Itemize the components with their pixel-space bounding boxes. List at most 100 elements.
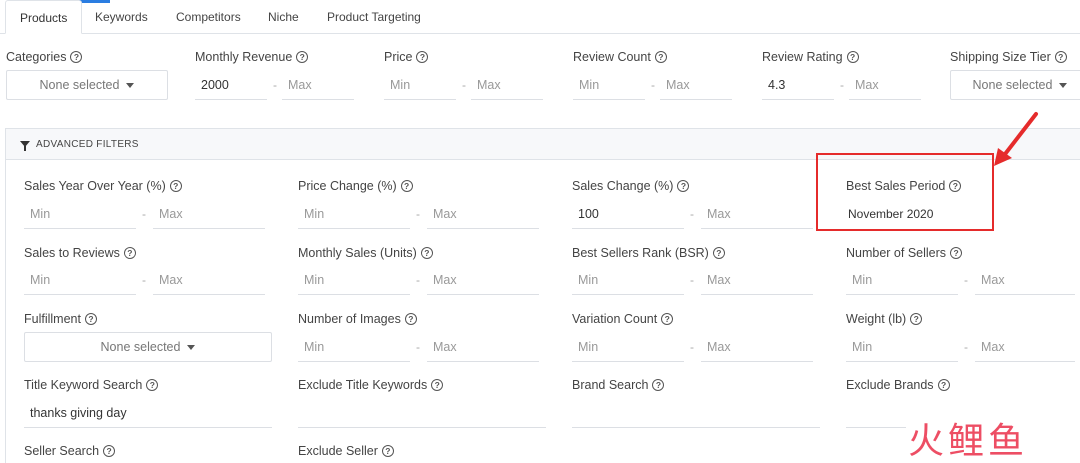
number-of-sellers-min-input[interactable]: Min bbox=[846, 265, 958, 295]
sales-to-reviews-min-input[interactable]: Min bbox=[24, 265, 136, 295]
sales-to-reviews-label: Sales to Reviews? bbox=[24, 246, 136, 260]
brand-search-label: Brand Search? bbox=[572, 378, 665, 392]
help-icon[interactable]: ? bbox=[910, 313, 923, 325]
range-separator: - bbox=[416, 207, 420, 221]
help-icon[interactable]: ? bbox=[123, 247, 136, 259]
help-icon[interactable]: ? bbox=[950, 247, 963, 259]
help-icon[interactable]: ? bbox=[404, 313, 417, 325]
variation-count-min-input[interactable]: Min bbox=[572, 332, 684, 362]
caret-down-icon bbox=[126, 82, 135, 88]
range-separator: - bbox=[690, 207, 694, 221]
caret-down-icon bbox=[187, 344, 196, 350]
help-icon[interactable]: ? bbox=[661, 313, 674, 325]
price-change-min-input[interactable]: Min bbox=[298, 199, 410, 229]
review-rating-min-input[interactable]: 4.3 bbox=[762, 70, 834, 100]
help-icon[interactable]: ? bbox=[1054, 51, 1067, 63]
range-separator: - bbox=[964, 340, 968, 354]
price-max-input[interactable]: Max bbox=[471, 70, 543, 100]
categories-select[interactable]: None selected bbox=[6, 70, 168, 100]
price-change-max-input[interactable]: Max bbox=[427, 199, 539, 229]
advanced-filters-title: ADVANCED FILTERS bbox=[36, 138, 139, 150]
range-separator: - bbox=[651, 78, 655, 92]
price-min-input[interactable]: Min bbox=[384, 70, 456, 100]
variation-count-label: Variation Count? bbox=[572, 312, 674, 326]
tab-keywords[interactable]: Keywords bbox=[81, 0, 162, 34]
monthly-revenue-min-input[interactable]: 2000 bbox=[195, 70, 267, 100]
range-separator: - bbox=[273, 78, 277, 92]
exclude-title-keywords-label: Exclude Title Keywords? bbox=[298, 378, 444, 392]
brand-search-input[interactable] bbox=[572, 398, 820, 428]
sales-yoy-label: Sales Year Over Year (%)? bbox=[24, 179, 182, 193]
sales-change-min-input[interactable]: 100 bbox=[572, 199, 684, 229]
review-rating-label: Review Rating? bbox=[762, 50, 859, 64]
help-icon[interactable]: ? bbox=[431, 379, 444, 391]
monthly-sales-min-input[interactable]: Min bbox=[298, 265, 410, 295]
help-icon[interactable]: ? bbox=[146, 379, 159, 391]
weight-label: Weight (lb)? bbox=[846, 312, 923, 326]
title-keyword-search-label: Title Keyword Search? bbox=[24, 378, 159, 392]
range-separator: - bbox=[462, 78, 466, 92]
tab-niche[interactable]: Niche bbox=[254, 0, 313, 34]
tab-bar: Products Keywords Competitors Niche Prod… bbox=[0, 0, 1080, 34]
sales-yoy-max-input[interactable]: Max bbox=[153, 199, 265, 229]
exclude-brands-input[interactable] bbox=[846, 398, 906, 428]
monthly-sales-label: Monthly Sales (Units)? bbox=[298, 246, 433, 260]
number-of-images-min-input[interactable]: Min bbox=[298, 332, 410, 362]
tab-products[interactable]: Products bbox=[5, 0, 83, 34]
sales-change-label: Sales Change (%)? bbox=[572, 179, 690, 193]
help-icon[interactable]: ? bbox=[400, 180, 413, 192]
caret-down-icon bbox=[1059, 82, 1068, 88]
price-label: Price? bbox=[384, 50, 429, 64]
range-separator: - bbox=[142, 207, 146, 221]
weight-min-input[interactable]: Min bbox=[846, 332, 958, 362]
fulfillment-select[interactable]: None selected bbox=[24, 332, 272, 362]
help-icon[interactable]: ? bbox=[937, 379, 950, 391]
range-separator: - bbox=[142, 273, 146, 287]
help-icon[interactable]: ? bbox=[846, 51, 859, 63]
weight-max-input[interactable]: Max bbox=[975, 332, 1075, 362]
number-of-images-max-input[interactable]: Max bbox=[427, 332, 539, 362]
monthly-revenue-label: Monthly Revenue? bbox=[195, 50, 309, 64]
range-separator: - bbox=[416, 273, 420, 287]
title-keyword-search-input[interactable]: thanks giving day bbox=[24, 398, 272, 428]
range-separator: - bbox=[964, 273, 968, 287]
review-count-max-input[interactable]: Max bbox=[660, 70, 732, 100]
review-rating-max-input[interactable]: Max bbox=[849, 70, 921, 100]
number-of-sellers-label: Number of Sellers? bbox=[846, 246, 963, 260]
annotation-highlight-box bbox=[816, 153, 994, 231]
bsr-max-input[interactable]: Max bbox=[701, 265, 813, 295]
help-icon[interactable]: ? bbox=[654, 51, 667, 63]
sales-to-reviews-max-input[interactable]: Max bbox=[153, 265, 265, 295]
sales-change-max-input[interactable]: Max bbox=[701, 199, 813, 229]
exclude-title-keywords-input[interactable] bbox=[298, 398, 546, 428]
help-icon[interactable]: ? bbox=[84, 313, 97, 325]
price-change-label: Price Change (%)? bbox=[298, 179, 413, 193]
number-of-sellers-max-input[interactable]: Max bbox=[975, 265, 1075, 295]
help-icon[interactable]: ? bbox=[103, 445, 116, 457]
seller-search-label: Seller Search? bbox=[24, 444, 116, 458]
monthly-revenue-max-input[interactable]: Max bbox=[282, 70, 354, 100]
help-icon[interactable]: ? bbox=[169, 180, 182, 192]
review-count-label: Review Count? bbox=[573, 50, 667, 64]
help-icon[interactable]: ? bbox=[381, 445, 394, 457]
shipping-size-tier-select[interactable]: None selected bbox=[950, 70, 1080, 100]
variation-count-max-input[interactable]: Max bbox=[701, 332, 813, 362]
help-icon[interactable]: ? bbox=[712, 247, 725, 259]
help-icon[interactable]: ? bbox=[296, 51, 309, 63]
help-icon[interactable]: ? bbox=[420, 247, 433, 259]
range-separator: - bbox=[690, 340, 694, 354]
fulfillment-label: Fulfillment? bbox=[24, 312, 97, 326]
review-count-min-input[interactable]: Min bbox=[573, 70, 645, 100]
categories-label: Categories? bbox=[6, 50, 83, 64]
help-icon[interactable]: ? bbox=[416, 51, 429, 63]
tab-product-targeting[interactable]: Product Targeting bbox=[313, 0, 435, 34]
bsr-min-input[interactable]: Min bbox=[572, 265, 684, 295]
help-icon[interactable]: ? bbox=[652, 379, 665, 391]
help-icon[interactable]: ? bbox=[70, 51, 83, 63]
bsr-label: Best Sellers Rank (BSR)? bbox=[572, 246, 725, 260]
exclude-seller-label: Exclude Seller? bbox=[298, 444, 394, 458]
tab-competitors[interactable]: Competitors bbox=[162, 0, 255, 34]
sales-yoy-min-input[interactable]: Min bbox=[24, 199, 136, 229]
monthly-sales-max-input[interactable]: Max bbox=[427, 265, 539, 295]
help-icon[interactable]: ? bbox=[677, 180, 690, 192]
